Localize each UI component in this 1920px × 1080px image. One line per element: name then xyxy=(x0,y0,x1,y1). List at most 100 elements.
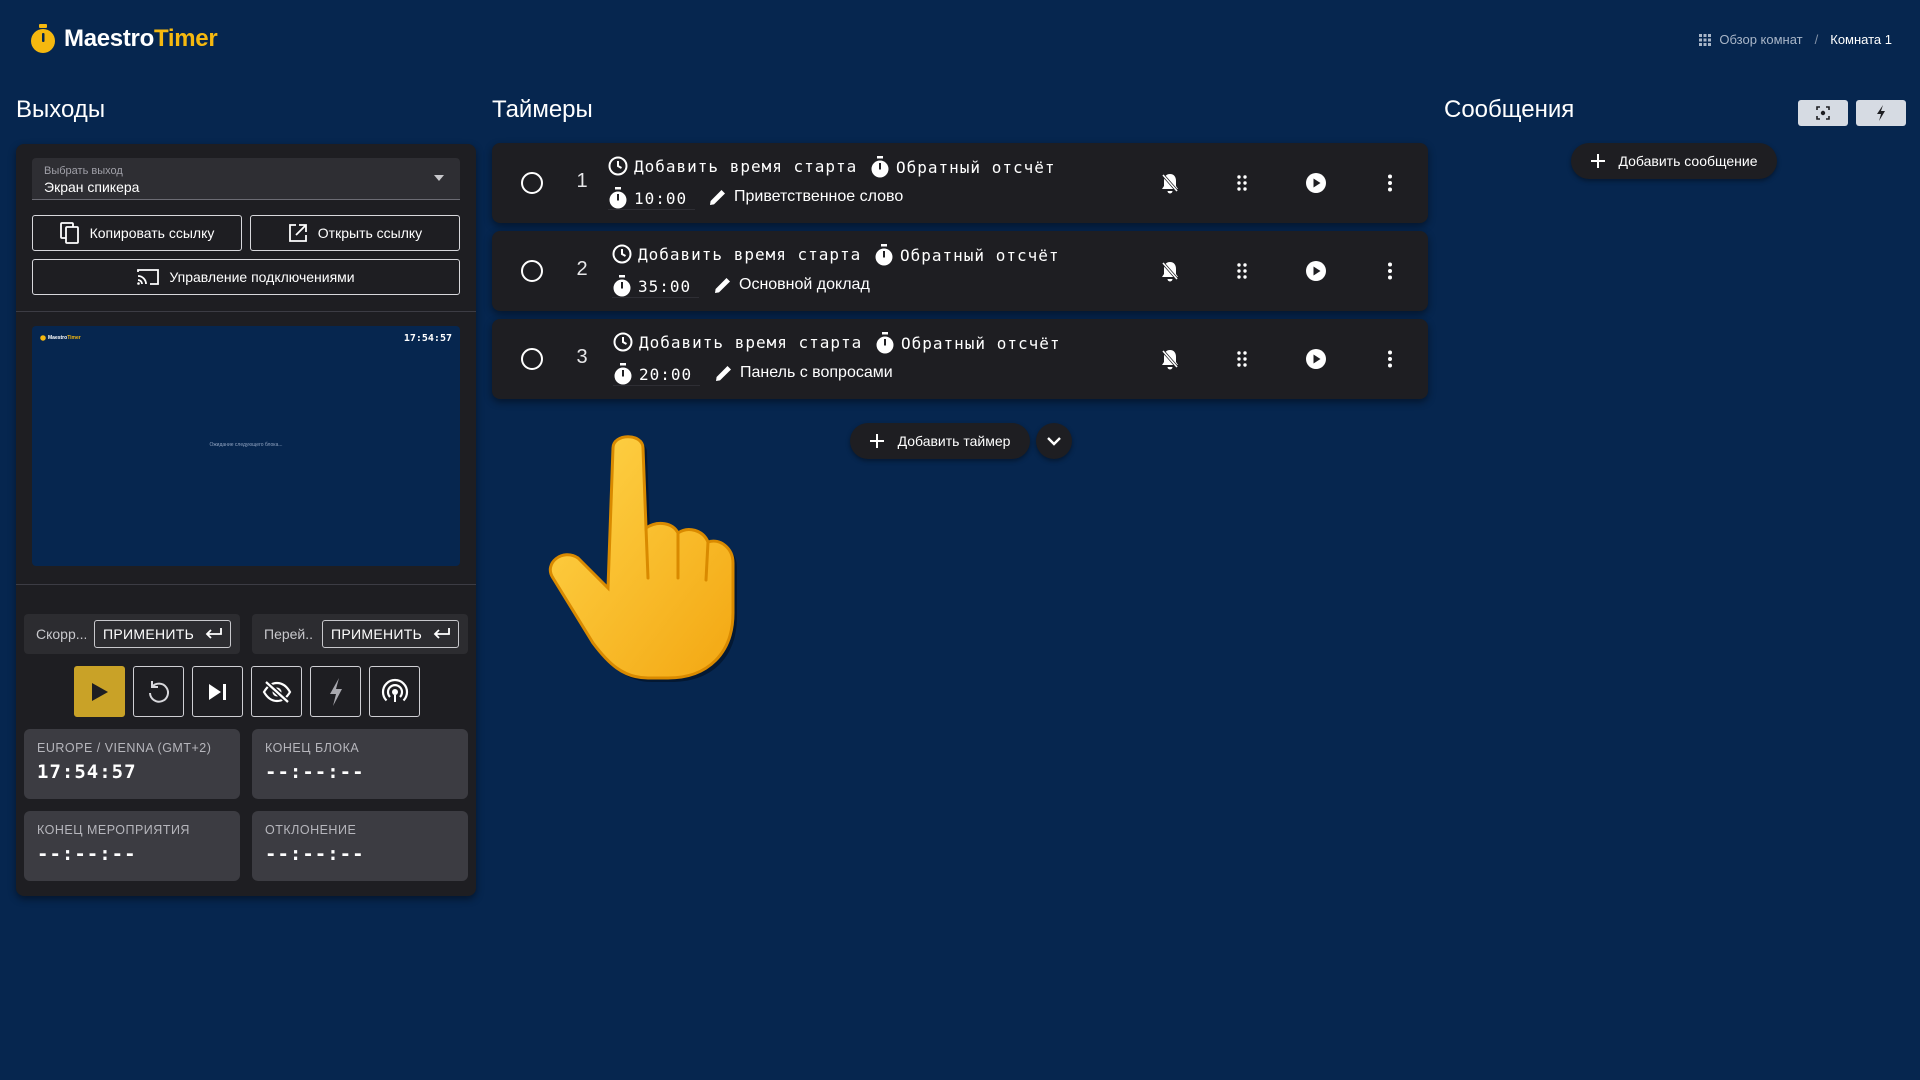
timer-mode[interactable]: Обратный отсчёт xyxy=(870,156,1056,178)
timer-icon xyxy=(609,187,627,209)
timer-mode-label: Обратный отсчёт xyxy=(900,245,1060,265)
timer-select-radio[interactable] xyxy=(521,348,543,370)
divider-bottom xyxy=(16,584,476,585)
jump-to-field[interactable]: Перей... ПРИМЕНИТЬ xyxy=(252,614,468,654)
open-link-button[interactable]: Открыть ссылку xyxy=(250,215,460,251)
skip-next-button[interactable] xyxy=(192,666,243,717)
timezone-clock-card: EUROPE / VIENNA (GMT+2) 17:54:57 xyxy=(24,729,240,799)
timer-play-button[interactable] xyxy=(1296,251,1336,291)
breadcrumb-current-room: Комната 1 xyxy=(1830,32,1892,47)
block-end-label: КОНЕЦ БЛОКА xyxy=(265,741,360,755)
copy-icon xyxy=(59,222,79,244)
timer-more-button[interactable] xyxy=(1370,339,1410,379)
event-end-value: --:--:-- xyxy=(37,843,137,865)
timer-more-button[interactable] xyxy=(1370,163,1410,203)
add-timer-button[interactable]: Добавить таймер xyxy=(850,423,1030,459)
brand-logo[interactable]: MaestroTimer xyxy=(30,24,218,54)
speed-adjust-field[interactable]: Скорр... ПРИМЕНИТЬ xyxy=(24,614,240,654)
timer-title[interactable]: Панель с вопросами xyxy=(714,363,893,383)
timer-icon xyxy=(614,363,632,385)
clock-icon xyxy=(608,156,628,176)
timer-duration[interactable]: 10:00 xyxy=(608,187,696,210)
reset-button[interactable] xyxy=(133,666,184,717)
play-circle-icon xyxy=(1306,261,1326,281)
timer-mode[interactable]: Обратный отсчёт xyxy=(874,244,1060,266)
add-message-button[interactable]: Добавить сообщение xyxy=(1571,143,1777,179)
timer-play-button[interactable] xyxy=(1296,339,1336,379)
more-vert-icon xyxy=(1388,262,1392,280)
timer-start-time[interactable]: Добавить время старта xyxy=(613,332,862,352)
pencil-icon xyxy=(715,278,730,293)
timer-title[interactable]: Приветственное слово xyxy=(708,187,903,207)
reset-icon xyxy=(148,680,169,703)
message-flash-button[interactable] xyxy=(1856,100,1906,126)
more-vert-icon xyxy=(1388,350,1392,368)
dropdown-arrow-icon xyxy=(434,175,444,181)
jump-apply-button[interactable]: ПРИМЕНИТЬ xyxy=(322,620,460,648)
timer-row[interactable]: 2 Добавить время старта Обратный отсчёт … xyxy=(492,231,1428,311)
manage-connections-button[interactable]: Управление подключениями xyxy=(32,259,460,295)
timer-row[interactable]: 3 Добавить время старта Обратный отсчёт … xyxy=(492,319,1428,399)
timer-icon xyxy=(871,156,889,178)
cast-icon xyxy=(137,269,160,285)
timer-start-time[interactable]: Добавить время старта xyxy=(612,244,861,264)
clock-icon xyxy=(613,332,633,352)
play-button[interactable] xyxy=(74,666,125,717)
timer-select-radio[interactable] xyxy=(521,172,543,194)
timer-start-time[interactable]: Добавить время старта xyxy=(608,156,857,176)
timer-select-radio[interactable] xyxy=(521,260,543,282)
block-end-card: КОНЕЦ БЛОКА --:--:-- xyxy=(252,729,468,799)
timer-title[interactable]: Основной доклад xyxy=(713,275,870,295)
breadcrumb-rooms-overview[interactable]: Обзор комнат xyxy=(1719,32,1802,47)
timer-drag-handle[interactable] xyxy=(1222,163,1262,203)
timer-title-value: Панель с вопросами xyxy=(740,364,893,381)
timer-alarm-button[interactable] xyxy=(1150,339,1190,379)
chevron-down-icon xyxy=(1047,436,1061,446)
timer-title-value: Основной доклад xyxy=(739,276,870,293)
timer-duration[interactable]: 35:00 xyxy=(612,275,700,298)
timer-title-value: Приветственное слово xyxy=(734,188,904,205)
blackout-button[interactable] xyxy=(251,666,302,717)
open-in-new-icon xyxy=(288,224,307,242)
copy-link-label: Копировать ссылку xyxy=(89,225,215,241)
deviation-value: --:--:-- xyxy=(265,843,365,865)
copy-link-button[interactable]: Копировать ссылку xyxy=(32,215,242,251)
timer-duration-value: 35:00 xyxy=(638,276,692,296)
brand-name-part1: Maestro xyxy=(64,25,154,52)
app-header: MaestroTimer Обзор комнат / Комната 1 xyxy=(0,0,1920,84)
event-end-label: КОНЕЦ МЕРОПРИЯТИЯ xyxy=(37,823,190,837)
timer-duration[interactable]: 20:00 xyxy=(613,363,701,386)
timer-drag-handle[interactable] xyxy=(1222,339,1262,379)
plus-icon xyxy=(869,434,884,448)
output-preview: Maestro Timer 17:54:57 Ожидание следующег… xyxy=(32,326,460,566)
timer-play-button[interactable] xyxy=(1296,163,1336,203)
speed-apply-button[interactable]: ПРИМЕНИТЬ xyxy=(94,620,232,648)
deviation-label: ОТКЛОНЕНИЕ xyxy=(265,823,357,837)
timer-mode[interactable]: Обратный отсчёт xyxy=(875,332,1061,354)
outputs-title: Выходы xyxy=(16,96,106,123)
grid-icon xyxy=(1699,33,1712,46)
pencil-icon xyxy=(710,190,725,205)
flash-button[interactable] xyxy=(310,666,361,717)
timer-alarm-button[interactable] xyxy=(1150,163,1190,203)
timer-mode-label: Обратный отсчёт xyxy=(896,157,1056,177)
add-timer-label: Добавить таймер xyxy=(897,433,1011,449)
timer-more-button[interactable] xyxy=(1370,251,1410,291)
add-message-label: Добавить сообщение xyxy=(1618,153,1758,169)
preview-clock: 17:54:57 xyxy=(403,333,452,344)
alarm-bell-icon xyxy=(1161,350,1179,370)
speed-adjust-label: Скорр... xyxy=(36,626,86,642)
drag-handle-icon xyxy=(1237,263,1247,279)
timer-alarm-button[interactable] xyxy=(1150,251,1190,291)
focus-mode-button[interactable] xyxy=(1798,100,1848,126)
timer-icon xyxy=(613,275,631,297)
jump-apply-label: ПРИМЕНИТЬ xyxy=(331,626,423,642)
block-end-value: --:--:-- xyxy=(265,761,365,783)
play-circle-icon xyxy=(1306,349,1326,369)
timer-drag-handle[interactable] xyxy=(1222,251,1262,291)
add-timer-options-button[interactable] xyxy=(1036,423,1072,459)
output-select[interactable]: Выбрать выход Экран спикера xyxy=(32,158,460,200)
event-end-card: КОНЕЦ МЕРОПРИЯТИЯ --:--:-- xyxy=(24,811,240,881)
timer-row[interactable]: 1 Добавить время старта Обратный отсчёт … xyxy=(492,143,1428,223)
broadcast-button[interactable] xyxy=(369,666,420,717)
